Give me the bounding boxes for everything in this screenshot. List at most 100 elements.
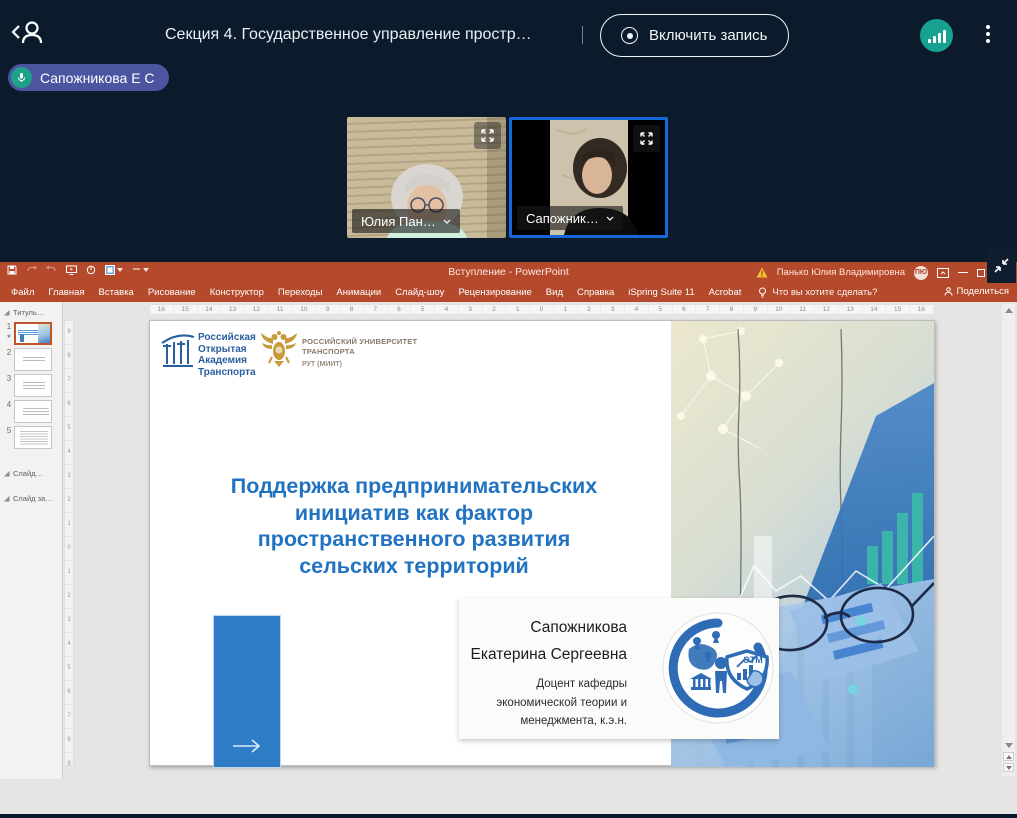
ruler-number: 2 (578, 305, 602, 314)
slide-canvas[interactable]: Российская Открытая Академия Транспорта (149, 320, 935, 767)
ribbon-tab-view[interactable]: Вид (539, 287, 570, 298)
account-avatar[interactable]: ПЮ (914, 265, 928, 280)
expand-icon (481, 129, 494, 142)
ribbon-display-options-icon[interactable] (937, 267, 949, 278)
start-recording-button[interactable]: Включить запись (600, 14, 789, 57)
restore-button[interactable] (977, 268, 985, 277)
undo-icon[interactable] (26, 265, 37, 275)
ribbon-tab-animations[interactable]: Анимации (329, 287, 388, 298)
connection-quality-button[interactable] (920, 19, 953, 52)
participant-name-menu[interactable]: Юлия Пан… (352, 209, 460, 233)
ruler-number: 9 (316, 305, 340, 314)
ribbon-tab-acrobat[interactable]: Acrobat (702, 287, 749, 298)
caret-icon (143, 268, 149, 272)
ruler-number: 1 (65, 513, 73, 537)
ribbon-tab-insert[interactable]: Вставка (92, 287, 141, 298)
expand-video-button[interactable] (474, 122, 501, 149)
ruler-number: 6 (65, 393, 73, 417)
slide-thumbnail-2[interactable]: 2 (4, 348, 60, 371)
expand-video-button[interactable] (633, 125, 660, 152)
ribbon-tab-help[interactable]: Справка (570, 287, 621, 298)
customize-qat-button[interactable] (132, 266, 149, 275)
slide-thumbnail-1[interactable]: 1 ★ (4, 322, 60, 345)
conference-app: Секция 4. Государственное управление про… (0, 0, 1017, 818)
ribbon-tab-slideshow[interactable]: Слайд-шоу (388, 287, 451, 298)
titlebar-right: Панько Юлия Владимировна ПЮ (756, 262, 985, 283)
section-header-title[interactable]: Титуль… (0, 302, 62, 319)
signal-bar (942, 30, 946, 43)
vertical-ruler[interactable]: 9876543210123456789 (64, 320, 74, 777)
ribbon-tab-ispring[interactable]: iSpring Suite 11 (621, 287, 701, 298)
section-header-3[interactable]: Слайд за… (0, 488, 62, 505)
ribbon-tab-design[interactable]: Конструктор (203, 287, 271, 298)
ruler-number: 11 (791, 305, 815, 314)
ruler-number: 9 (65, 753, 73, 777)
ruler-number: 2 (65, 585, 73, 609)
touch-mode-icon[interactable] (86, 265, 96, 275)
caret-icon (117, 268, 123, 272)
author-firstname: Екатерина Сергеевна (470, 646, 627, 663)
participant-2-name: Сапожник… (526, 210, 599, 226)
addin-quick-icon[interactable] (105, 265, 123, 275)
share-person-icon (944, 287, 953, 296)
thumbnail (14, 426, 52, 449)
decor-blue-rectangle[interactable] (214, 616, 280, 767)
ruler-number: 9 (744, 305, 768, 314)
section-label: Слайд… (13, 469, 44, 478)
ruler-number: 13 (221, 305, 245, 314)
slide-thumbnail-5[interactable]: 5 (4, 426, 60, 449)
vertical-scrollbar[interactable] (1002, 304, 1015, 776)
back-participants-button[interactable] (10, 18, 48, 46)
ribbon-tab-transitions[interactable]: Переходы (271, 287, 330, 298)
section-collapse-icon (4, 309, 10, 315)
v-ruler: 9876543210123456789 (65, 321, 73, 777)
collapse-screenshare-button[interactable] (987, 248, 1016, 283)
section-header-2[interactable]: Слайд… (0, 463, 62, 480)
horizontal-ruler[interactable]: 16 15 14 13 12 11 10 9 8 7 6 5 4 3 2 1 0 1 2 3 4 5 6 7 8 9 10 11 12 1… (149, 304, 935, 315)
start-slideshow-icon[interactable] (66, 265, 77, 275)
powerpoint-window: Вступление - PowerPoint Панько Юлия Влад… (0, 248, 1017, 814)
roat-logo-icon (161, 334, 195, 367)
ruler-number: 7 (65, 705, 73, 729)
ruler-number: 6 (673, 305, 697, 314)
warning-icon[interactable] (756, 267, 768, 278)
share-button[interactable]: Поделиться (944, 286, 1009, 297)
section-label: Титуль… (13, 308, 45, 317)
ribbon-tab-home[interactable]: Главная (41, 287, 91, 298)
author-info-box[interactable]: Сапожникова Екатерина Сергеевна Доцент к… (459, 598, 779, 739)
slide-number: 2 (6, 348, 12, 357)
ribbon-tab-file[interactable]: Файл (4, 287, 41, 298)
ruler-number: 16 (150, 305, 174, 314)
participant-name-menu[interactable]: Сапожник… (517, 206, 623, 230)
more-options-button[interactable] (981, 22, 995, 50)
ruler-number: 0 (530, 305, 554, 314)
ribbon-tab-review[interactable]: Рецензирование (451, 287, 538, 298)
video-tile-participant-2-active[interactable]: Сапожник… (509, 117, 668, 238)
active-speaker-badge[interactable]: Сапожникова Е С (8, 64, 169, 91)
slide-title[interactable]: Поддержка предпринимательских инициатив … (160, 473, 668, 579)
author-surname: Сапожникова (530, 619, 627, 636)
account-name[interactable]: Панько Юлия Владимировна (777, 267, 905, 278)
slide-thumbnail-3[interactable]: 3 (4, 374, 60, 397)
slide-thumbnail-4[interactable]: 4 (4, 400, 60, 423)
ruler-number: 14 (198, 305, 222, 314)
topbar-divider (582, 26, 583, 44)
scroll-down-button[interactable] (1004, 743, 1013, 748)
scroll-up-button[interactable] (1004, 308, 1013, 313)
window-title: Вступление - PowerPoint (448, 266, 569, 278)
ruler-number: 8 (65, 729, 73, 753)
previous-slide-button[interactable] (1003, 752, 1014, 761)
ribbon-tab-draw[interactable]: Рисование (141, 287, 203, 298)
speaker-name: Сапожникова Е С (40, 69, 155, 86)
next-slide-button[interactable] (1003, 763, 1014, 772)
minimize-button[interactable] (958, 272, 968, 273)
ruler-number: 6 (388, 305, 412, 314)
video-tile-participant-1[interactable]: Юлия Пан… (347, 117, 506, 238)
save-icon[interactable] (7, 265, 17, 275)
roat-logo-text: Российская Открытая Академия Транспорта (198, 332, 256, 378)
ruler-number: 4 (65, 633, 73, 657)
redo-icon[interactable] (46, 265, 57, 275)
record-icon (621, 27, 638, 44)
tell-me-search[interactable]: Что вы хотите сделать? (758, 287, 877, 298)
author-text: Сапожникова Екатерина Сергеевна Доцент к… (469, 614, 627, 731)
